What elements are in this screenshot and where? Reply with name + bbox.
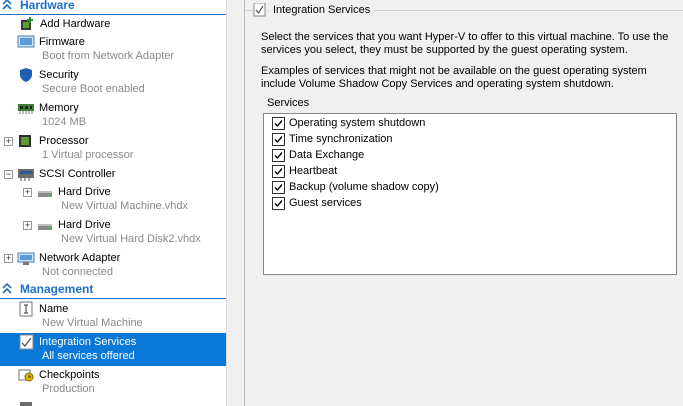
service-label: Heartbeat — [289, 165, 338, 177]
service-label: Operating system shutdown — [289, 117, 426, 129]
network-adapter-icon — [17, 250, 35, 266]
checkbox[interactable] — [272, 117, 285, 130]
tree-item-sub: Secure Boot enabled — [42, 83, 145, 95]
service-label: Backup (volume shadow copy) — [289, 181, 439, 193]
section-management[interactable]: Management — [0, 282, 226, 299]
section-title: Hardware — [20, 0, 75, 12]
tree-item-name[interactable]: Name New Virtual Machine — [0, 300, 226, 333]
firmware-icon — [17, 34, 35, 50]
expand-plus-icon[interactable]: + — [4, 254, 13, 263]
tree-item-network-adapter[interactable]: + Network Adapter Not connected — [0, 249, 226, 282]
tree-item-checkpoints[interactable]: Checkpoints Production — [0, 366, 226, 399]
tree-item-memory[interactable]: Memory 1024 MB — [0, 99, 226, 132]
splitter[interactable] — [226, 0, 234, 406]
tree-item-sub: 1024 MB — [42, 116, 87, 128]
shield-icon — [18, 67, 34, 83]
group-frame: Integration Services Select the services… — [244, 0, 683, 406]
settings-icon — [18, 400, 34, 406]
text-cursor-icon — [19, 301, 35, 317]
page-title: Integration Services — [269, 3, 375, 17]
integration-services-icon — [19, 334, 35, 350]
scsi-controller-icon — [17, 166, 34, 182]
tree-item-sub: Production — [42, 383, 95, 395]
tree-item-label: Processor — [39, 135, 89, 147]
expand-plus-icon[interactable]: + — [4, 137, 13, 146]
collapse-chevron-icon[interactable] — [2, 282, 14, 296]
tree-item-next-partial[interactable] — [0, 399, 226, 406]
services-label: Services — [267, 97, 310, 109]
service-label: Guest services — [289, 197, 362, 209]
tree-item-label: Memory — [39, 102, 79, 114]
tree-item-integration-services[interactable]: Integration Services All services offere… — [0, 333, 226, 366]
checkpoints-icon — [18, 367, 34, 383]
tree-item-sub: 1 Virtual processor — [42, 149, 134, 161]
tree-item-label: Add Hardware — [40, 18, 111, 30]
integration-services-icon — [253, 2, 267, 17]
tree-item-label: Hard Drive — [58, 186, 111, 198]
checkbox[interactable] — [272, 149, 285, 162]
tree-item-firmware[interactable]: Firmware Boot from Network Adapter — [0, 33, 226, 66]
tree-item-label: Hard Drive — [58, 219, 111, 231]
tree-item-hard-drive-1[interactable]: + Hard Drive New Virtual Machine.vhdx — [0, 183, 226, 216]
details-panel: Integration Services Select the services… — [234, 0, 683, 406]
tree-item-processor[interactable]: + Processor 1 Virtual processor — [0, 132, 226, 165]
collapse-chevron-icon[interactable] — [2, 0, 14, 12]
tree-item-label: Checkpoints — [39, 369, 100, 381]
tree-item-hard-drive-2[interactable]: + Hard Drive New Virtual Hard Disk2.vhdx — [0, 216, 226, 249]
service-label: Time synchronization — [289, 133, 393, 145]
examples-text: Examples of services that might not be a… — [261, 65, 647, 90]
services-list[interactable]: Operating system shutdown Time synchroni… — [263, 113, 677, 275]
collapse-minus-icon[interactable]: − — [4, 170, 13, 179]
expand-plus-icon[interactable]: + — [23, 221, 32, 230]
tree-item-label: Security — [39, 69, 79, 81]
expand-plus-icon[interactable]: + — [23, 188, 32, 197]
tree-item-add-hardware[interactable]: Add Hardware — [0, 15, 226, 33]
section-hardware[interactable]: Hardware — [0, 0, 226, 15]
hard-drive-icon — [37, 219, 53, 235]
checkbox[interactable] — [272, 165, 285, 178]
memory-icon — [17, 100, 34, 116]
tree-item-security[interactable]: Security Secure Boot enabled — [0, 66, 226, 99]
tree-item-sub: New Virtual Hard Disk2.vhdx — [61, 233, 201, 245]
add-hardware-icon — [19, 16, 35, 32]
tree-item-sub: New Virtual Machine — [42, 317, 143, 329]
tree-item-sub: Boot from Network Adapter — [42, 50, 175, 62]
tree-item-label: Firmware — [39, 36, 85, 48]
tree-item-sub: New Virtual Machine.vhdx — [61, 200, 188, 212]
hard-drive-icon — [37, 186, 53, 202]
tree-item-sub: Not connected — [42, 266, 113, 278]
tree-item-label: Name — [39, 303, 69, 315]
processor-icon — [17, 133, 33, 149]
settings-tree: Hardware Add Hardware Firmware Boot from… — [0, 0, 226, 406]
checkbox[interactable] — [272, 181, 285, 194]
tree-item-scsi-controller[interactable]: − SCSI Controller — [0, 165, 226, 183]
tree-item-label: SCSI Controller — [39, 168, 116, 180]
tree-item-label: Integration Services — [39, 336, 137, 348]
section-title: Management — [20, 282, 94, 296]
service-label: Data Exchange — [289, 149, 365, 161]
checkbox[interactable] — [272, 133, 285, 146]
checkbox[interactable] — [272, 197, 285, 210]
tree-item-sub: All services offered — [42, 350, 135, 362]
description-text: Select the services that you want Hyper-… — [261, 31, 669, 56]
tree-item-label: Network Adapter — [39, 252, 121, 264]
